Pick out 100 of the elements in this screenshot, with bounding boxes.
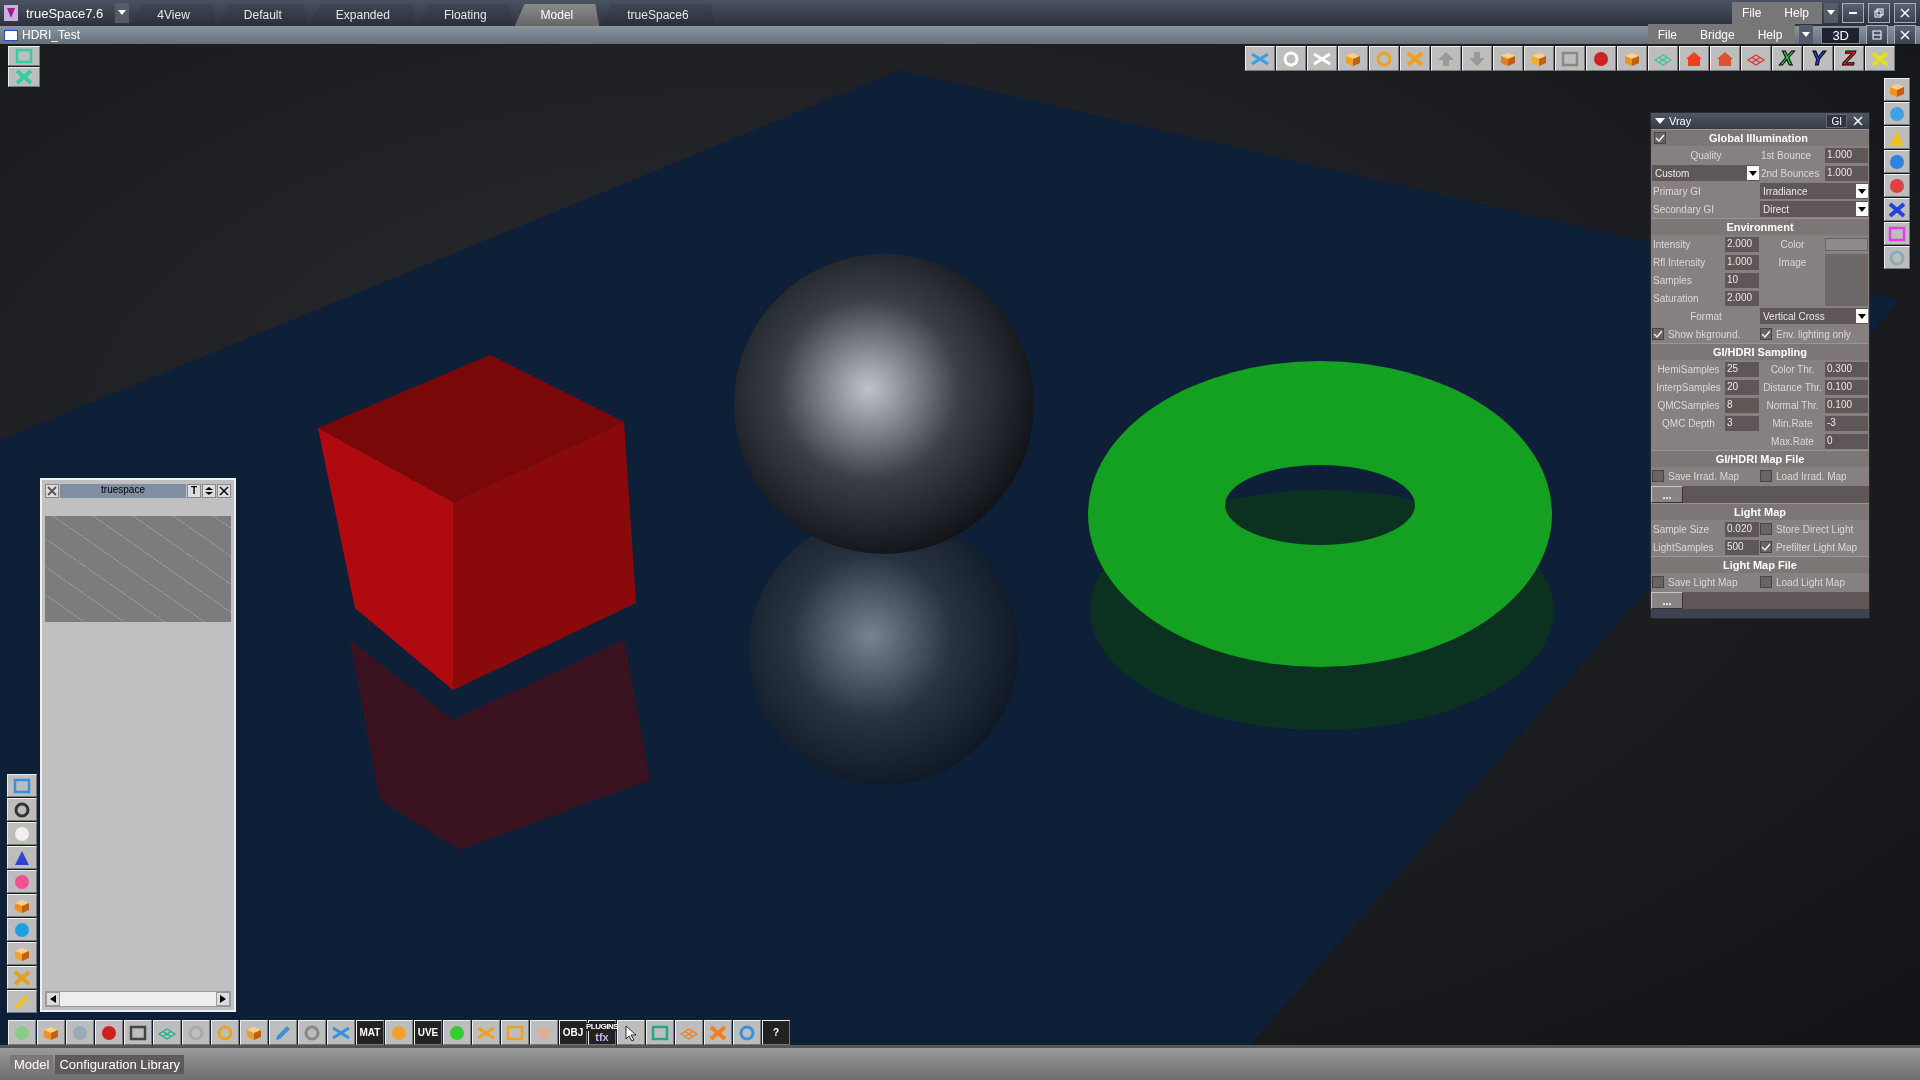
menu-item[interactable]: Help [1747, 28, 1796, 42]
toolbar-button[interactable]: OBJ [559, 1020, 587, 1045]
field-label: LightSamples [1652, 541, 1715, 553]
value-field[interactable]: -3 [1825, 415, 1868, 431]
field-label: Color Thr. [1769, 363, 1816, 375]
axis-button[interactable]: Y [1803, 46, 1833, 71]
menu-item[interactable]: Bridge [1690, 28, 1748, 42]
close-button[interactable] [217, 483, 231, 498]
scroll-left-button[interactable] [46, 992, 60, 1006]
view-mode-button[interactable]: 3D [1821, 26, 1860, 44]
field-label: QMCSamples [1656, 399, 1721, 411]
restore-icon [1874, 8, 1884, 18]
close-button[interactable] [1894, 3, 1916, 23]
checkbox[interactable] [1652, 328, 1664, 340]
minimize-icon [1848, 12, 1858, 14]
checkbox[interactable] [1760, 328, 1772, 340]
value-field[interactable]: 1.000 [1825, 165, 1868, 181]
checkbox-label: Save Light Map [1667, 576, 1738, 588]
status-tab[interactable]: Model [10, 1054, 54, 1074]
toolbar-button[interactable]: ? [762, 1020, 790, 1045]
dropdown-button[interactable] [1824, 3, 1838, 23]
toolbar-button[interactable] [1884, 198, 1910, 221]
browse-button[interactable]: ... [1651, 592, 1683, 609]
toolbar-button[interactable] [7, 798, 37, 821]
sphere-icon [1887, 152, 1907, 171]
panel-title: Vray [1669, 115, 1692, 127]
dropdown[interactable]: Vertical Cross [1760, 308, 1868, 324]
toolbar-button[interactable] [124, 1020, 152, 1045]
field-label: Secondary GI [1652, 203, 1716, 215]
field-label: Max.Rate [1770, 435, 1815, 447]
color-swatch[interactable] [1825, 237, 1868, 251]
value-field[interactable]: 0.020 [1725, 521, 1759, 537]
field-label: Primary GI [1652, 185, 1702, 197]
dropdown[interactable]: Custom [1652, 165, 1759, 181]
value-field[interactable]: 500 [1725, 539, 1759, 555]
dropdown-button[interactable] [115, 3, 130, 23]
sphere-icon [1591, 49, 1611, 68]
checkbox[interactable] [1652, 470, 1664, 482]
checkbox[interactable] [1760, 470, 1772, 482]
toolbar-button[interactable] [95, 1020, 123, 1045]
value-field[interactable]: 3 [1725, 415, 1759, 431]
dropdown[interactable]: Irradiance [1760, 183, 1868, 199]
layout-tab[interactable]: Model [514, 4, 600, 26]
text-button[interactable]: T [187, 483, 201, 498]
axis-button[interactable]: Z [1834, 46, 1864, 71]
cross-icon [1405, 49, 1425, 68]
minimize-button[interactable] [1842, 3, 1864, 23]
field-label: Min.Rate [1771, 417, 1814, 429]
horizontal-scrollbar[interactable] [45, 991, 231, 1007]
section-title: Environment [1725, 221, 1795, 233]
toolbar-button[interactable] [617, 1020, 645, 1045]
status-tab[interactable]: Configuration Library [55, 1054, 185, 1074]
frame-icon [1887, 224, 1907, 243]
checkbox[interactable] [1760, 541, 1772, 553]
value-field[interactable]: 0 [1825, 433, 1868, 449]
value-field[interactable]: 0.100 [1825, 379, 1868, 395]
toolbar-button[interactable]: UVE [414, 1020, 442, 1045]
field-label: HemiSamples [1656, 363, 1721, 375]
dropdown-button[interactable] [1799, 25, 1814, 45]
path-field[interactable] [1683, 592, 1869, 609]
checkbox[interactable] [1652, 576, 1664, 588]
value-field[interactable]: 2.000 [1725, 290, 1759, 306]
collapse-icon[interactable] [1655, 117, 1665, 125]
resize-button[interactable] [202, 483, 216, 498]
field-label: InterpSamples [1655, 381, 1722, 393]
close-button[interactable] [1851, 114, 1865, 128]
toolbar-button[interactable]: MAT [356, 1020, 384, 1045]
value-field[interactable]: 1.000 [1825, 147, 1868, 163]
tile-button[interactable] [1866, 25, 1888, 45]
value-field[interactable]: 20 [1725, 379, 1759, 395]
browse-button[interactable]: ... [1651, 486, 1683, 503]
menu-item[interactable]: File [1731, 6, 1775, 20]
field-label: Distance Thr. [1762, 381, 1823, 393]
checkbox[interactable] [1654, 132, 1666, 144]
menu-item[interactable]: File [1647, 28, 1690, 42]
sphere-icon [389, 1023, 409, 1042]
sphere-icon [70, 1023, 90, 1042]
checkbox[interactable] [1760, 523, 1772, 535]
value-field[interactable]: 2.000 [1725, 236, 1759, 252]
value-field[interactable]: 10 [1725, 272, 1759, 288]
path-field[interactable] [1683, 486, 1869, 503]
value-field[interactable]: 8 [1725, 397, 1759, 413]
close-button[interactable] [1894, 25, 1916, 45]
sphere-icon [534, 1023, 554, 1042]
panel-tab[interactable]: GI [1826, 114, 1847, 128]
toolbar-button[interactable] [7, 846, 37, 869]
section-title: GI/HDRI Sampling [1711, 346, 1809, 358]
checkbox[interactable] [1760, 576, 1772, 588]
menu-item[interactable]: Help [1774, 6, 1822, 20]
value-field[interactable]: 25 [1725, 361, 1759, 377]
toolbar-button[interactable] [1586, 46, 1616, 71]
caret-icon [1747, 166, 1759, 180]
scroll-right-button[interactable] [216, 992, 230, 1006]
value-field[interactable]: 0.100 [1825, 397, 1868, 413]
value-field[interactable]: 0.300 [1825, 361, 1868, 377]
restore-button[interactable] [1868, 3, 1890, 23]
ring-icon [737, 1023, 757, 1042]
dropdown[interactable]: Direct [1760, 201, 1868, 217]
value-field[interactable]: 1.000 [1725, 254, 1759, 270]
right-arrow-icon [220, 995, 226, 1003]
